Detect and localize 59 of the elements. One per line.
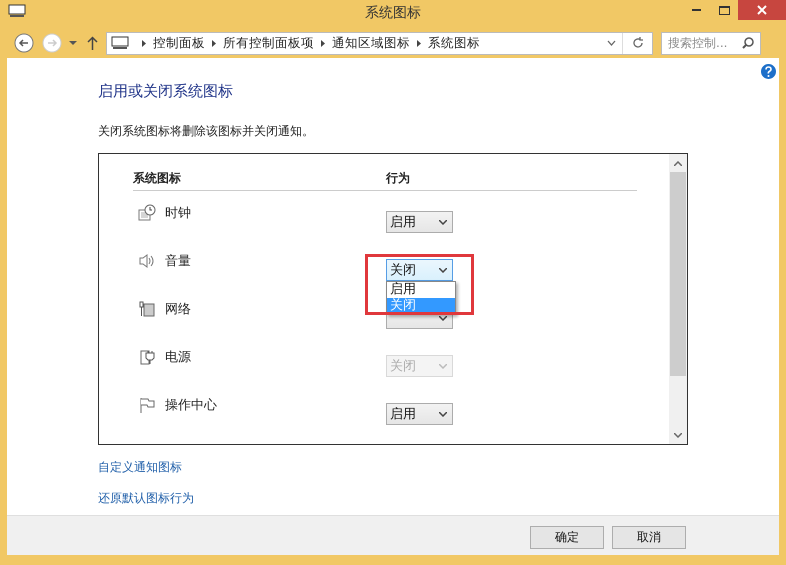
chevron-right-icon[interactable] <box>321 40 325 46</box>
dropdown-value: 关闭 <box>390 262 416 279</box>
window-title: 系统图标 <box>364 4 422 22</box>
speaker-icon <box>138 252 156 270</box>
dropdown-value: 关闭 <box>390 358 416 375</box>
caret-icon <box>439 316 447 320</box>
chevron-right-icon[interactable] <box>417 40 421 46</box>
breadcrumb-item[interactable]: 所有控制面板项 <box>223 34 314 52</box>
dialog-button[interactable]: 取消 <box>612 526 686 549</box>
behavior-dropdown[interactable]: 启用 <box>386 211 453 233</box>
scroll-down-icon[interactable] <box>674 432 682 438</box>
dialog-button[interactable]: 确定 <box>530 526 604 549</box>
breadcrumb-item[interactable]: 控制面板 <box>153 34 205 52</box>
refresh-icon <box>632 37 644 49</box>
scroll-up-icon[interactable] <box>674 160 682 166</box>
computer-icon <box>8 4 26 18</box>
icon-name: 电源 <box>165 349 192 366</box>
recent-dropdown-icon[interactable] <box>69 40 77 46</box>
icon-name: 时钟 <box>165 205 192 222</box>
caret-icon <box>439 412 447 416</box>
caret-icon <box>439 364 447 368</box>
flag-icon <box>138 396 156 414</box>
dropdown-option[interactable]: 启用 <box>387 282 455 298</box>
behavior-dropdown[interactable]: 关闭 <box>386 259 453 281</box>
search-icon <box>742 37 754 49</box>
clock-icon <box>138 204 156 222</box>
link[interactable]: 还原默认图标行为 <box>98 490 194 507</box>
caret-icon <box>439 220 447 224</box>
behavior-dropdown[interactable]: 启用 <box>386 403 453 425</box>
icon-name: 操作中心 <box>165 397 218 414</box>
search-placeholder: 搜索控制... <box>668 34 728 52</box>
page-heading: 启用或关闭系统图标 <box>98 82 234 102</box>
breadcrumb-item[interactable]: 系统图标 <box>428 34 480 52</box>
breadcrumb-item[interactable]: 通知区域图标 <box>332 34 410 52</box>
maximize-icon <box>718 6 730 14</box>
help-icon[interactable] <box>761 64 776 79</box>
network-icon <box>138 300 156 318</box>
column-header: 行为 <box>386 170 410 187</box>
scrollbar[interactable] <box>669 154 687 444</box>
caret-icon <box>439 268 447 272</box>
link[interactable]: 自定义通知图标 <box>98 459 182 476</box>
chevron-down-icon[interactable] <box>607 40 616 46</box>
icon-name: 网络 <box>165 301 192 318</box>
description-text: 关闭系统图标将删除该图标并关闭通知。 <box>98 123 315 140</box>
chevron-right-icon[interactable] <box>142 40 146 46</box>
close-icon <box>757 5 767 15</box>
up-arrow-icon[interactable] <box>87 36 98 50</box>
minimize-icon <box>692 8 700 12</box>
back-button[interactable] <box>14 33 34 53</box>
chevron-right-icon[interactable] <box>212 40 216 46</box>
address-bar[interactable]: 控制面板 所有控制面板项 通知区域图标 系统图标 <box>106 32 653 54</box>
search-field[interactable]: 搜索控制... <box>661 32 761 54</box>
dropdown-value: 启用 <box>390 214 416 231</box>
computer-icon <box>111 36 129 50</box>
power-plug-icon <box>138 348 156 366</box>
dropdown-value: 启用 <box>390 406 416 423</box>
column-header: 系统图标 <box>133 170 182 187</box>
icon-name: 音量 <box>165 253 192 270</box>
close-button[interactable] <box>738 0 786 20</box>
